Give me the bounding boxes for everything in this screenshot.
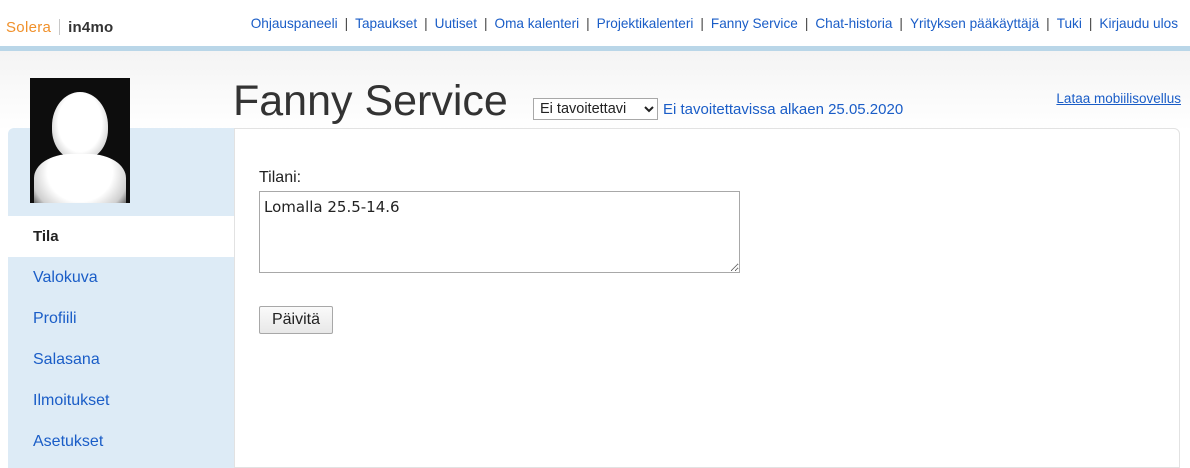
nav-link-uutiset[interactable]: Uutiset: [435, 16, 477, 31]
status-field-label: Tilani:: [259, 169, 302, 186]
main-panel: [234, 128, 1180, 468]
nav-link-tapaukset[interactable]: Tapaukset: [355, 16, 417, 31]
sidebar-item-ilmoitukset[interactable]: Ilmoitukset: [8, 380, 234, 421]
nav-link-fanny-service[interactable]: Fanny Service: [711, 16, 798, 31]
nav-link-ohjauspaneeli[interactable]: Ohjauspaneeli: [251, 16, 338, 31]
nav-separator: |: [1088, 16, 1093, 31]
availability-status-text: Ei tavoitettavissa alkaen 25.05.2020: [663, 101, 904, 118]
nav-link-kirjaudu-ulos[interactable]: Kirjaudu ulos: [1099, 16, 1178, 31]
nav-separator: |: [804, 16, 809, 31]
nav-separator: |: [344, 16, 349, 31]
nav-link-projektikalenteri[interactable]: Projektikalenteri: [597, 16, 694, 31]
sidebar-item-valokuva[interactable]: Valokuva: [8, 257, 234, 298]
page-title: Fanny Service: [233, 77, 508, 125]
update-button[interactable]: Päivitä: [259, 306, 333, 334]
sidebar-item-tila[interactable]: Tila: [8, 216, 234, 257]
sidebar-item-asetukset[interactable]: Asetukset: [8, 421, 234, 462]
sidebar-item-salasana[interactable]: Salasana: [8, 339, 234, 380]
sidebar-item-profiili[interactable]: Profiili: [8, 298, 234, 339]
nav-separator: |: [483, 16, 488, 31]
avatar-silhouette-head: [52, 92, 108, 160]
nav-link-oma-kalenteri[interactable]: Oma kalenteri: [495, 16, 580, 31]
status-textarea[interactable]: Lomalla 25.5-14.6: [259, 191, 740, 273]
logo-brand: Solera: [6, 18, 52, 36]
nav-separator: |: [700, 16, 704, 31]
logo[interactable]: Solera in4mo: [6, 17, 113, 37]
nav-link-yrityksen-paakayttaja[interactable]: Yrityksen pääkäyttäjä: [910, 16, 1039, 31]
avatar-silhouette-body: [34, 154, 126, 203]
nav-separator: |: [899, 16, 903, 31]
nav-link-chat-historia[interactable]: Chat-historia: [815, 16, 892, 31]
top-bar: Solera in4mo Ohjauspaneeli | Tapaukset |…: [0, 0, 1190, 46]
logo-product: in4mo: [68, 18, 114, 36]
nav-separator: |: [586, 16, 590, 31]
availability-select[interactable]: Ei tavoitettavi: [533, 98, 658, 120]
sidebar-menu: Tila Valokuva Profiili Salasana Ilmoituk…: [8, 216, 234, 462]
nav-separator: |: [424, 16, 428, 31]
nav-separator: |: [1046, 16, 1050, 31]
nav-link-tuki[interactable]: Tuki: [1057, 16, 1082, 31]
logo-divider: [59, 19, 61, 35]
download-mobile-app-link[interactable]: Lataa mobiilisovellus: [1056, 91, 1181, 106]
avatar[interactable]: [30, 78, 130, 203]
top-navigation: Ohjauspaneeli | Tapaukset | Uutiset | Om…: [251, 16, 1178, 31]
